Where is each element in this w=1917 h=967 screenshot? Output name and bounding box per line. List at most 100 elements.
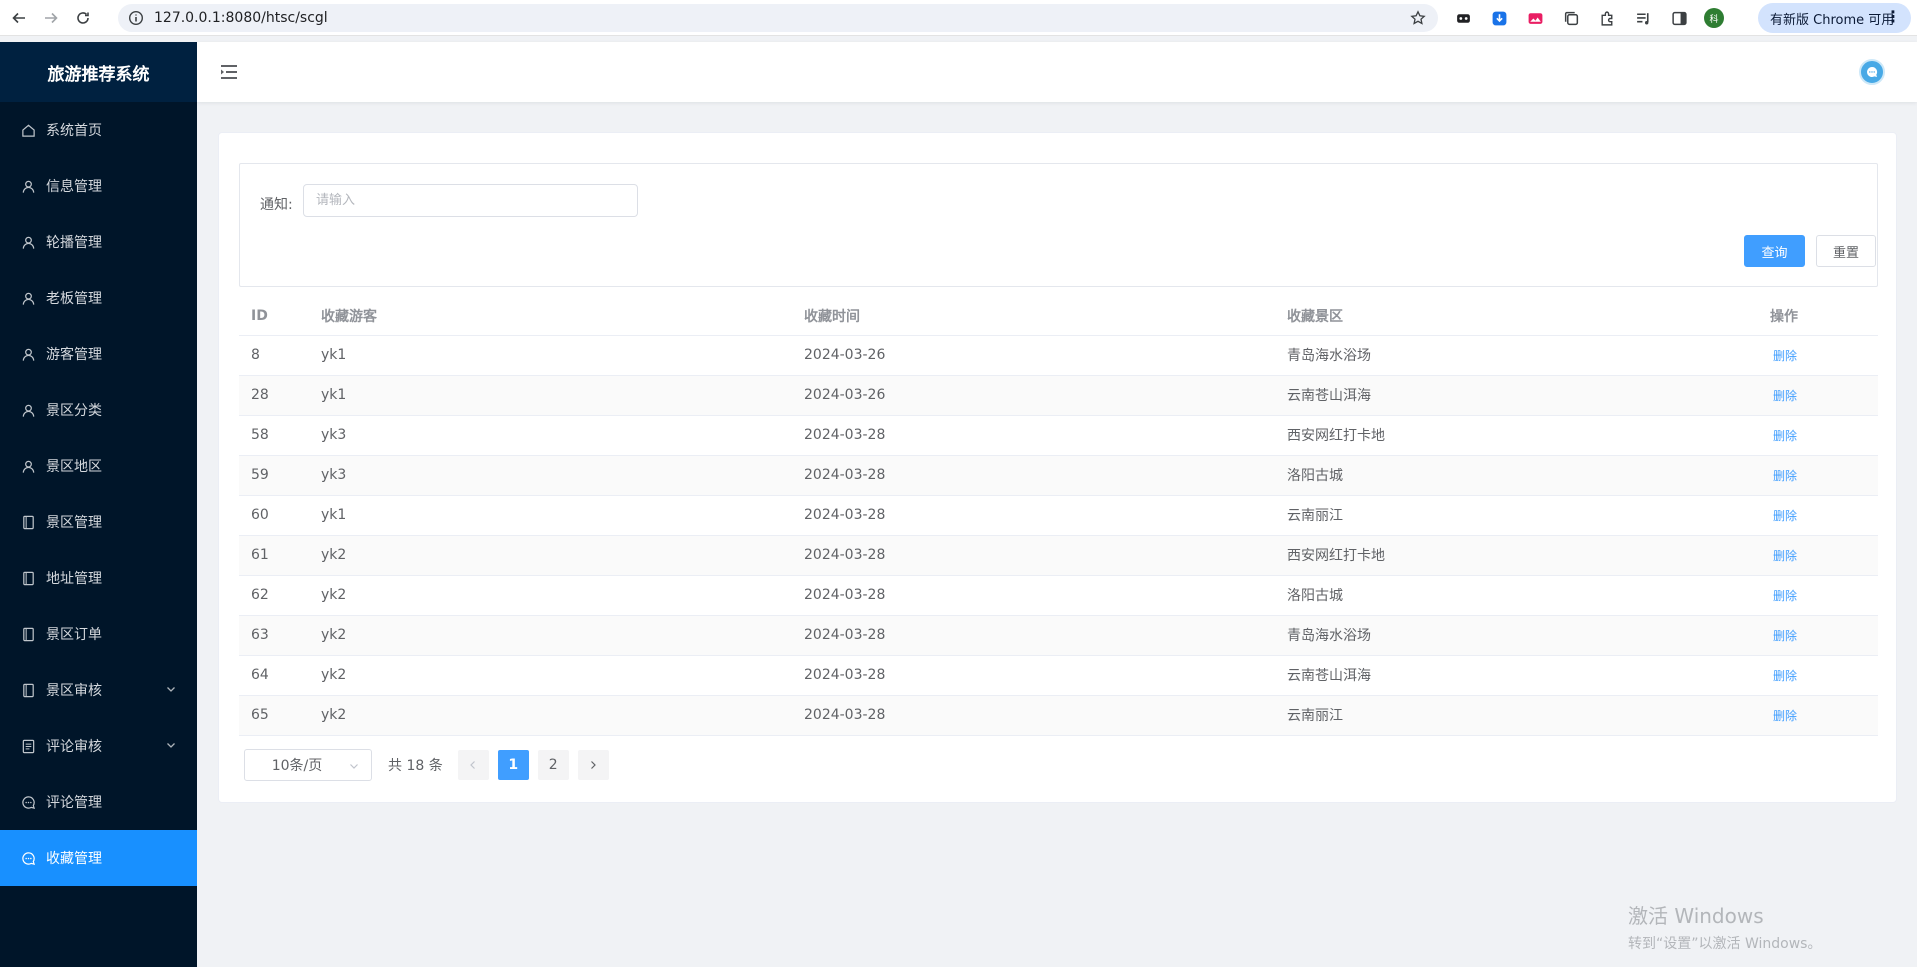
browser-toolbar: 127.0.0.1:8080/htsc/scgl 科 有新版 Chrome 可用… [0, 0, 1917, 36]
cell-id: 62 [239, 575, 309, 616]
sidebar-item-boss[interactable]: 老板管理 [0, 270, 197, 326]
sidebar-item-spot-category[interactable]: 景区分类 [0, 382, 197, 438]
user-icon [20, 346, 36, 362]
cell-action: 删除 [1758, 615, 1878, 656]
download-extension-button[interactable] [1488, 7, 1510, 29]
media-button[interactable] [1632, 7, 1654, 29]
profile-avatar[interactable]: 科 [1704, 8, 1724, 28]
menu-fold-icon[interactable] [219, 62, 239, 82]
address-bar[interactable]: 127.0.0.1:8080/htsc/scgl [118, 4, 1438, 32]
tablet-icon [20, 626, 36, 642]
page-button-1[interactable]: 1 [497, 750, 529, 780]
sidebar-item-info[interactable]: 信息管理 [0, 158, 197, 214]
reload-button[interactable] [70, 5, 96, 31]
sidebar-item-label: 评论管理 [46, 795, 102, 811]
tablet-icon [20, 682, 36, 698]
cell-spot: 云南丽江 [1275, 695, 1758, 736]
delete-button[interactable]: 删除 [1770, 469, 1797, 483]
delete-button[interactable]: 删除 [1770, 549, 1797, 563]
cell-spot: 青岛海水浴场 [1275, 335, 1758, 376]
puzzle-icon [1600, 11, 1612, 26]
user-icon [20, 234, 36, 250]
side-panel-button[interactable] [1668, 7, 1690, 29]
column-header-time: 收藏时间 [792, 298, 1275, 336]
delete-button[interactable]: 删除 [1770, 349, 1797, 363]
page-button-2[interactable]: 2 [537, 750, 569, 780]
delete-button[interactable]: 删除 [1770, 669, 1797, 683]
extensions-area: 科 [1452, 6, 1724, 30]
user-avatar[interactable] [1859, 59, 1885, 85]
playlist-icon [1636, 12, 1649, 24]
cell-spot: 云南丽江 [1275, 495, 1758, 536]
cell-time: 2024-03-28 [792, 415, 1275, 456]
cell-id: 61 [239, 535, 309, 576]
user-icon [20, 458, 36, 474]
cell-id: 58 [239, 415, 309, 456]
more-vert-icon[interactable]: ⋮ [1885, 9, 1901, 25]
cell-time: 2024-03-28 [792, 575, 1275, 616]
extension-button[interactable] [1452, 7, 1474, 29]
sidebar-item-home[interactable]: 系统首页 [0, 102, 197, 158]
sidebar-item-spot-region[interactable]: 景区地区 [0, 438, 197, 494]
table-row: 61 yk2 2024-03-28 西安网红打卡地 删除 [239, 535, 1878, 576]
tablet-icon [20, 514, 36, 530]
search-form: 通知: 查询 重置 [239, 163, 1878, 287]
cell-id: 59 [239, 455, 309, 496]
image-extension-button[interactable] [1524, 7, 1546, 29]
sidebar-item-comment-review[interactable]: 评论审核 [0, 718, 197, 774]
forward-button[interactable] [38, 5, 64, 31]
sidebar: 旅游推荐系统 系统首页 信息管理 轮播管理 老板管理 游客管理 景区分类 景区地… [0, 42, 197, 967]
chat-bubble-icon [1867, 66, 1878, 77]
page-size-select[interactable]: 10条/页 [244, 749, 372, 781]
cell-action: 删除 [1758, 495, 1878, 536]
sidebar-item-tourist[interactable]: 游客管理 [0, 326, 197, 382]
cell-action: 删除 [1758, 375, 1878, 416]
delete-button[interactable]: 删除 [1770, 709, 1797, 723]
url-text[interactable]: 127.0.0.1:8080/htsc/scgl [154, 10, 328, 26]
table-header-row: ID 收藏游客 收藏时间 收藏景区 操作 [239, 298, 1878, 336]
sidebar-item-address[interactable]: 地址管理 [0, 550, 197, 606]
notice-input[interactable] [303, 184, 638, 217]
user-icon [20, 290, 36, 306]
info-icon[interactable] [128, 10, 144, 26]
cell-action: 删除 [1758, 575, 1878, 616]
sidebar-item-orders[interactable]: 景区订单 [0, 606, 197, 662]
sidebar-item-label: 景区订单 [46, 627, 102, 643]
column-header-user: 收藏游客 [309, 298, 792, 336]
cell-id: 8 [239, 335, 309, 376]
cell-time: 2024-03-26 [792, 335, 1275, 376]
cell-time: 2024-03-28 [792, 455, 1275, 496]
next-page-button[interactable] [577, 750, 609, 780]
user-icon [20, 178, 36, 194]
sidebar-item-label: 景区地区 [46, 459, 102, 475]
extensions-menu-button[interactable] [1596, 7, 1618, 29]
cell-action: 删除 [1758, 415, 1878, 456]
copy-extension-button[interactable] [1560, 7, 1582, 29]
arrow-right-icon [45, 12, 58, 23]
reset-button[interactable]: 重置 [1816, 235, 1876, 267]
cell-user: yk1 [309, 375, 792, 416]
delete-button[interactable]: 删除 [1770, 389, 1797, 403]
chevron-right-icon [591, 761, 597, 769]
cell-id: 63 [239, 615, 309, 656]
delete-button[interactable]: 删除 [1770, 589, 1797, 603]
total-count: 共 18 条 [388, 758, 443, 774]
delete-button[interactable]: 删除 [1770, 629, 1797, 643]
delete-button[interactable]: 删除 [1770, 509, 1797, 523]
chrome-update-button[interactable]: 有新版 Chrome 可用 ⋮ [1758, 3, 1911, 33]
back-button[interactable] [6, 5, 32, 31]
sidebar-item-spot-review[interactable]: 景区审核 [0, 662, 197, 718]
sidebar-item-carousel[interactable]: 轮播管理 [0, 214, 197, 270]
search-button[interactable]: 查询 [1744, 235, 1805, 267]
sidebar-item-comment-manage[interactable]: 评论管理 [0, 774, 197, 830]
sidebar-item-favorites[interactable]: 收藏管理 [0, 830, 197, 886]
cell-id: 65 [239, 695, 309, 736]
favorites-table: ID 收藏游客 收藏时间 收藏景区 操作 8 yk1 2024-03-26 青岛… [239, 298, 1878, 736]
star-icon[interactable] [1410, 10, 1426, 26]
app-title: 旅游推荐系统 [0, 42, 197, 102]
copy-icon [1564, 11, 1578, 25]
prev-page-button[interactable] [457, 750, 489, 780]
delete-button[interactable]: 删除 [1770, 429, 1797, 443]
sidebar-item-label: 游客管理 [46, 347, 102, 363]
sidebar-item-spot-manage[interactable]: 景区管理 [0, 494, 197, 550]
